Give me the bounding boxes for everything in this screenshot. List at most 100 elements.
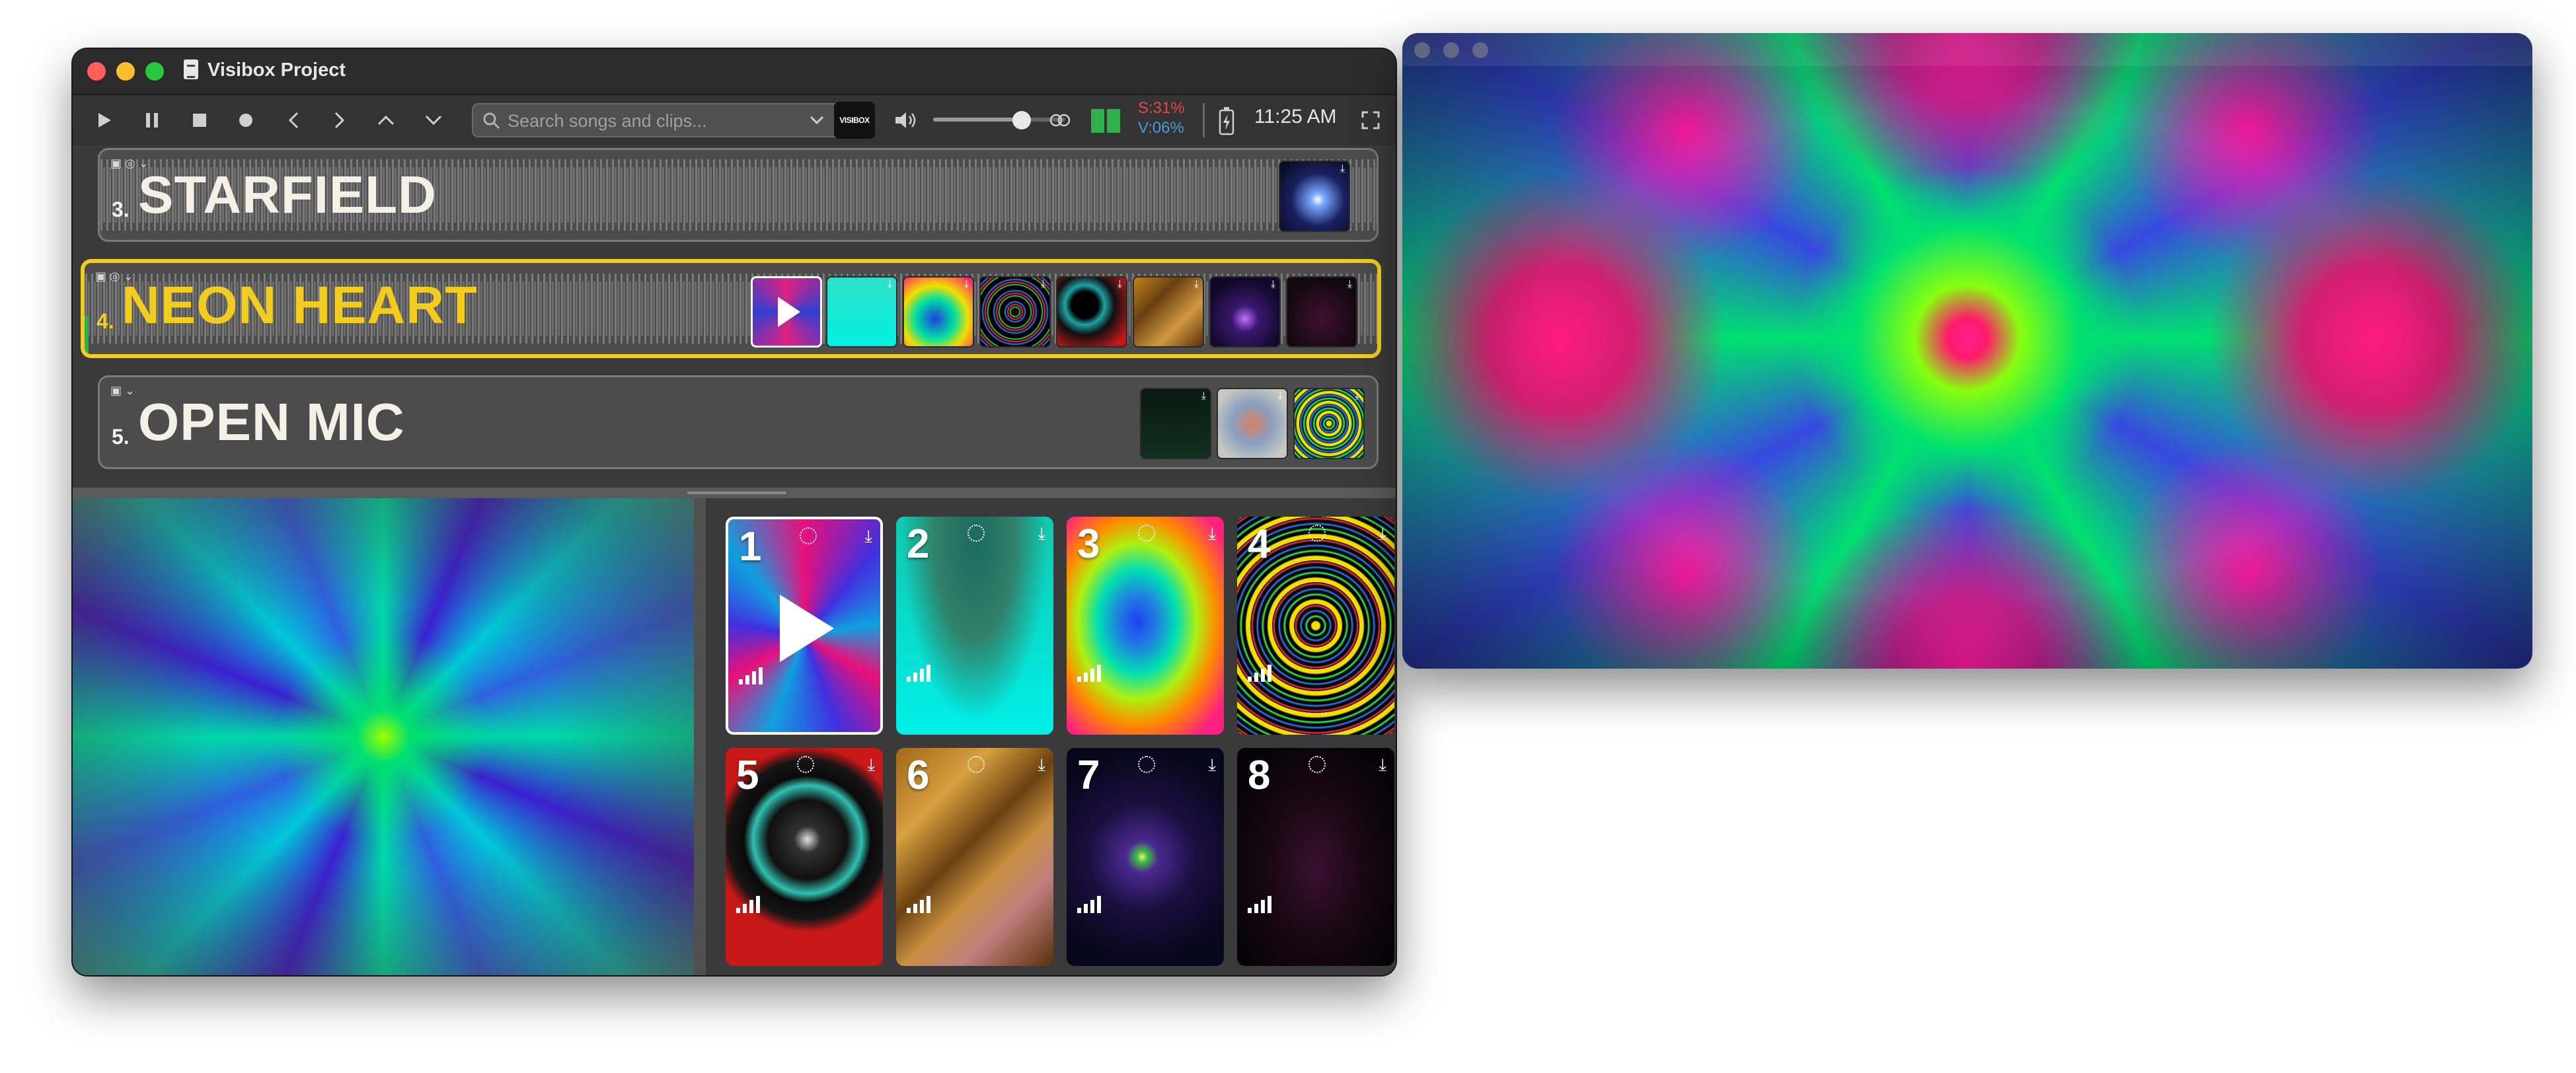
clip-tile[interactable]: 4 ⤓ — [1237, 517, 1394, 735]
volume-slider-knob[interactable] — [1012, 111, 1031, 130]
link-button[interactable] — [1047, 107, 1073, 133]
download-icon[interactable]: ⤓ — [1209, 755, 1217, 776]
clip-thumbnail[interactable]: ⤓ — [826, 276, 897, 348]
volume-button[interactable] — [892, 107, 919, 133]
clip-number: 7 — [1077, 753, 1100, 798]
minimize-window-button[interactable] — [1443, 42, 1459, 58]
clip-number: 2 — [907, 521, 930, 567]
target-icon[interactable] — [1138, 756, 1155, 773]
signal-bars-icon — [907, 896, 930, 913]
target-icon[interactable] — [1308, 525, 1326, 542]
download-icon[interactable]: ⤓ — [1209, 523, 1217, 544]
speaker-icon — [895, 112, 916, 128]
chevron-right-icon — [334, 112, 345, 129]
close-window-button[interactable] — [87, 62, 106, 81]
clip-thumbnail[interactable]: ⤓ — [1209, 276, 1281, 348]
song-row-starfield[interactable]: ▣ ◎ ⌄ 3. STARFIELD ⤓ — [98, 148, 1379, 242]
song-number: 5. — [112, 425, 130, 449]
clip-thumbnail[interactable]: ⤓ — [1217, 388, 1288, 459]
chevron-down-icon — [425, 115, 442, 126]
chevron-left-icon — [288, 112, 299, 129]
window-title: Visibox Project — [208, 59, 346, 81]
clip-thumbnail[interactable]: ⤓ — [1140, 388, 1211, 459]
zoom-window-button[interactable] — [145, 62, 164, 81]
output-window — [1402, 33, 2532, 669]
main-window: Visibox Project VISIBOX — [73, 49, 1396, 975]
target-icon[interactable] — [797, 756, 814, 773]
clock: 11:25 AM — [1254, 106, 1337, 128]
target-icon[interactable] — [800, 527, 817, 544]
clip-thumbnail[interactable] — [751, 276, 822, 348]
song-row-open-mic[interactable]: ▣ ⌄ 5. OPEN MIC ⤓ ⤓ ⤓ — [98, 375, 1379, 469]
target-icon[interactable] — [967, 756, 985, 773]
output-meter[interactable] — [1089, 106, 1122, 136]
play-icon — [778, 297, 800, 327]
signal-bars-icon — [1248, 665, 1271, 682]
search-dropdown-button[interactable] — [804, 107, 830, 133]
clip-tile[interactable]: 5 ⤓ — [726, 748, 883, 966]
target-icon[interactable] — [967, 525, 985, 542]
song-number: 4. — [96, 309, 114, 333]
clip-tile[interactable]: 1 ⤓ — [726, 517, 883, 735]
clip-number: 3 — [1077, 521, 1100, 567]
play-button[interactable] — [91, 107, 118, 133]
clip-tile[interactable]: 3 ⤓ — [1067, 517, 1224, 735]
signal-bars-icon — [1077, 665, 1101, 682]
chevron-up-icon — [377, 115, 395, 126]
song-title: OPEN MIC — [138, 392, 405, 451]
power-status[interactable] — [1213, 104, 1240, 137]
download-icon[interactable]: ⤓ — [865, 526, 873, 547]
record-button[interactable] — [233, 107, 259, 133]
download-icon[interactable]: ⤓ — [868, 755, 876, 776]
search-icon — [483, 112, 500, 130]
close-window-button[interactable] — [1414, 42, 1430, 58]
chevron-down-icon — [810, 116, 824, 125]
download-icon[interactable]: ⤓ — [1379, 755, 1387, 776]
output-title-bar — [1402, 33, 2532, 66]
song-up-button[interactable] — [373, 107, 399, 133]
zoom-window-button[interactable] — [1472, 42, 1488, 58]
clip-tile[interactable]: 7 ⤓ — [1067, 748, 1224, 966]
clip-tile[interactable]: 8 ⤓ — [1237, 748, 1394, 966]
download-icon[interactable]: ⤓ — [1038, 755, 1046, 776]
song-number: 3. — [112, 198, 130, 221]
visibox-logo[interactable]: VISIBOX — [834, 102, 875, 139]
clip-thumbnail[interactable]: ⤓ — [1293, 388, 1365, 459]
pane-divider[interactable] — [73, 488, 1396, 498]
fullscreen-icon — [1361, 111, 1380, 130]
download-icon[interactable]: ⤓ — [1038, 523, 1046, 544]
meter-icon — [1091, 109, 1120, 133]
next-button[interactable] — [326, 107, 353, 133]
signal-bars-icon — [907, 665, 930, 682]
clip-tile[interactable]: 6 ⤓ — [896, 748, 1053, 966]
stat-s-readout: S:31% — [1138, 99, 1185, 117]
volume-slider[interactable] — [933, 118, 1065, 122]
stop-button[interactable] — [186, 107, 213, 133]
song-down-button[interactable] — [420, 107, 447, 133]
minimize-window-button[interactable] — [116, 62, 135, 81]
clip-thumbnail[interactable]: ⤓ — [1279, 161, 1350, 232]
clip-thumbnail[interactable]: ⤓ — [979, 276, 1051, 348]
download-icon[interactable]: ⤓ — [1379, 523, 1387, 544]
vertical-splitter[interactable] — [694, 498, 706, 975]
stop-icon — [193, 114, 206, 127]
search-input[interactable] — [506, 104, 852, 137]
target-icon[interactable] — [1138, 525, 1155, 542]
clip-thumbnail[interactable]: ⤓ — [903, 276, 974, 348]
preview-output — [73, 498, 694, 975]
clip-tile[interactable]: 2 ⤓ — [896, 517, 1053, 735]
signal-bars-icon — [736, 896, 760, 913]
song-row-neon-heart[interactable]: ▣ ◎ ⌄ 4. NEON HEART ⤓ ⤓ ⤓ ⤓ ⤓ ⤓ ⤓ — [81, 259, 1381, 358]
clip-thumbnail[interactable]: ⤓ — [1133, 276, 1204, 348]
clip-thumbnail[interactable]: ⤓ — [1056, 276, 1127, 348]
play-icon — [780, 595, 834, 662]
target-icon[interactable] — [1308, 756, 1326, 773]
signal-bars-icon — [1077, 896, 1101, 913]
pause-button[interactable] — [139, 107, 165, 133]
clip-thumbnail[interactable]: ⤓ — [1286, 276, 1357, 348]
song-options-icons[interactable]: ▣ ⌄ — [110, 384, 135, 398]
clip-number: 4 — [1248, 521, 1271, 567]
previous-button[interactable] — [280, 107, 307, 133]
clip-number: 8 — [1248, 753, 1271, 798]
fullscreen-button[interactable] — [1357, 107, 1384, 133]
